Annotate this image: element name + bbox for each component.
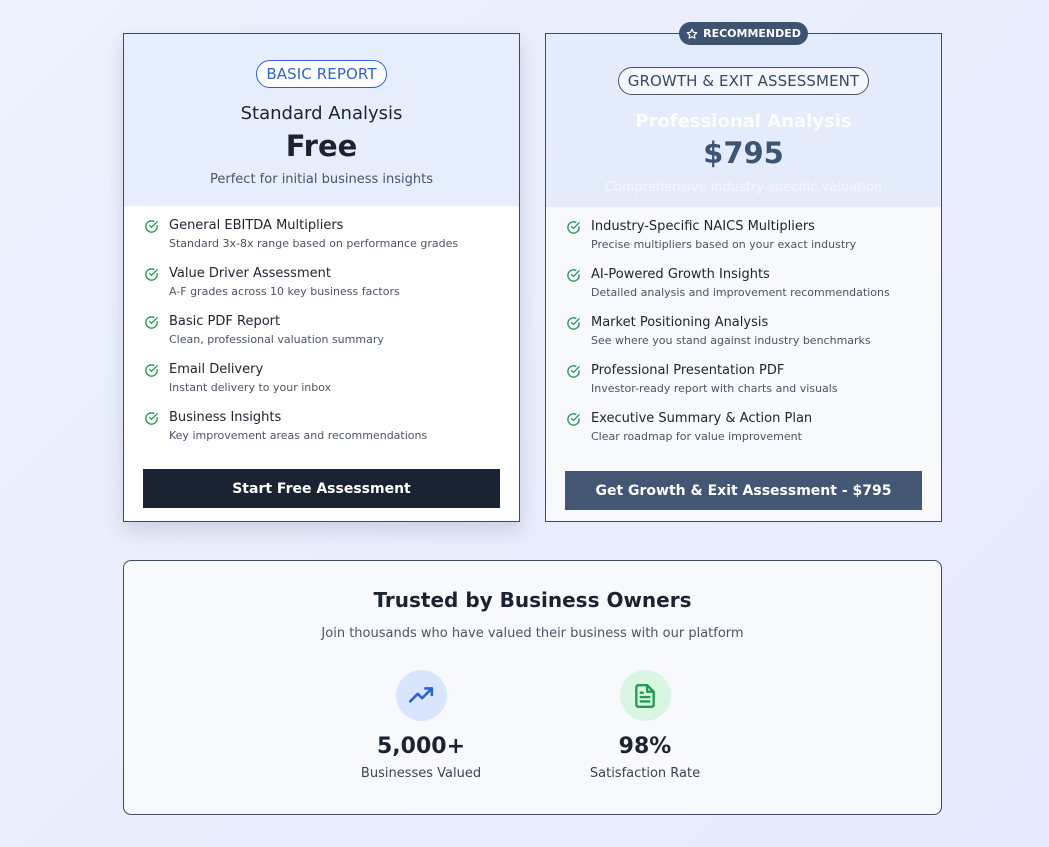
feature-item: Basic PDF Report Clean, professional valu…	[144, 314, 499, 362]
stat-businesses-valued: 5,000+ Businesses Valued	[321, 670, 521, 781]
badge-label: RECOMMENDED	[703, 27, 801, 40]
basic-plan-title: Standard Analysis	[240, 103, 403, 124]
feature-title: Value Driver Assessment	[169, 266, 331, 281]
growth-plan-card: GROWTH & EXIT ASSESSMENT Professional An…	[545, 33, 942, 522]
check-circle-icon	[145, 220, 158, 233]
feature-title: Email Delivery	[169, 362, 264, 377]
stat-satisfaction-rate: 98% Satisfaction Rate	[545, 670, 745, 781]
growth-plan-pill: GROWTH & EXIT ASSESSMENT	[617, 67, 870, 95]
feature-item: Industry-Specific NAICS Multipliers Preci…	[566, 219, 921, 267]
feature-item: Business Insights Key improvement areas a…	[144, 410, 499, 458]
growth-plan-title: Professional Analysis	[635, 111, 852, 132]
basic-plan-description: Perfect for initial business insights	[210, 172, 433, 187]
stat-value: 5,000+	[376, 734, 466, 759]
feature-description: Detailed analysis and improvement recomm…	[591, 286, 890, 299]
check-circle-icon	[567, 269, 580, 282]
feature-description: Clear roadmap for value improvement	[591, 430, 802, 443]
growth-feature-list: Industry-Specific NAICS Multipliers Preci…	[546, 207, 941, 459]
feature-description: Precise multipliers based on your exact …	[591, 238, 857, 251]
basic-plan-card: BASIC REPORT Standard Analysis Free Perf…	[123, 33, 520, 522]
feature-title: Basic PDF Report	[169, 314, 281, 329]
feature-description: Clean, professional valuation summary	[169, 333, 384, 346]
feature-description: See where you stand against industry ben…	[591, 334, 871, 347]
trust-title: Trusted by Business Owners	[373, 588, 692, 612]
stat-label: Satisfaction Rate	[589, 766, 701, 781]
check-circle-icon	[567, 365, 580, 378]
check-circle-icon	[567, 221, 580, 234]
star-icon	[686, 28, 698, 39]
recommended-badge: RECOMMENDED	[679, 22, 808, 45]
check-circle-icon	[567, 413, 580, 426]
get-growth-assessment-button[interactable]: Get Growth & Exit Assessment - $795	[565, 471, 922, 510]
stat-label: Businesses Valued	[360, 766, 482, 781]
feature-item: Value Driver Assessment A-F grades across…	[144, 266, 499, 314]
feature-title: Executive Summary & Action Plan	[591, 411, 813, 426]
feature-item: Market Positioning Analysis See where you…	[566, 315, 921, 363]
feature-title: Industry-Specific NAICS Multipliers	[591, 219, 815, 234]
stats-row: 5,000+ Businesses Valued 98% Satisfactio…	[124, 670, 941, 800]
feature-title: General EBITDA Multipliers	[169, 218, 344, 233]
feature-title: Market Positioning Analysis	[591, 315, 769, 330]
check-circle-icon	[145, 412, 158, 425]
growth-plan-price: $795	[703, 136, 784, 170]
feature-title: Business Insights	[169, 410, 282, 425]
feature-item: Email Delivery Instant delivery to your i…	[144, 362, 499, 410]
document-icon	[619, 670, 671, 721]
feature-item: AI-Powered Growth Insights Detailed analy…	[566, 267, 921, 315]
feature-item: Professional Presentation PDF Investor-re…	[566, 363, 921, 411]
feature-description: Standard 3x-8x range based on performanc…	[169, 237, 459, 250]
check-circle-icon	[145, 316, 158, 329]
basic-feature-list: General EBITDA Multipliers Standard 3x-8x…	[124, 206, 519, 458]
basic-plan-price: Free	[285, 129, 358, 163]
trust-section: Trusted by Business Owners Join thousand…	[123, 560, 942, 815]
feature-title: Professional Presentation PDF	[591, 363, 785, 378]
trending-up-icon	[395, 670, 447, 721]
feature-description: Instant delivery to your inbox	[169, 381, 332, 394]
check-circle-icon	[567, 317, 580, 330]
feature-item: General EBITDA Multipliers Standard 3x-8x…	[144, 218, 499, 266]
feature-title: AI-Powered Growth Insights	[591, 267, 770, 282]
feature-description: A-F grades across 10 key business factor…	[169, 285, 400, 298]
feature-description: Investor-ready report with charts and vi…	[591, 382, 838, 395]
start-free-assessment-button[interactable]: Start Free Assessment	[143, 469, 500, 508]
check-circle-icon	[145, 364, 158, 377]
feature-item: Executive Summary & Action Plan Clear roa…	[566, 411, 921, 459]
stat-value: 98%	[618, 734, 672, 759]
feature-description: Key improvement areas and recommendation…	[169, 429, 428, 442]
basic-plan-header: BASIC REPORT Standard Analysis Free Perf…	[124, 34, 519, 206]
growth-plan-description: Comprehensive industry-specific valuatio…	[604, 180, 883, 195]
check-circle-icon	[145, 268, 158, 281]
trust-subtitle: Join thousands who have valued their bus…	[321, 626, 744, 641]
basic-plan-pill: BASIC REPORT	[256, 60, 387, 88]
growth-plan-header: GROWTH & EXIT ASSESSMENT Professional An…	[546, 34, 941, 207]
